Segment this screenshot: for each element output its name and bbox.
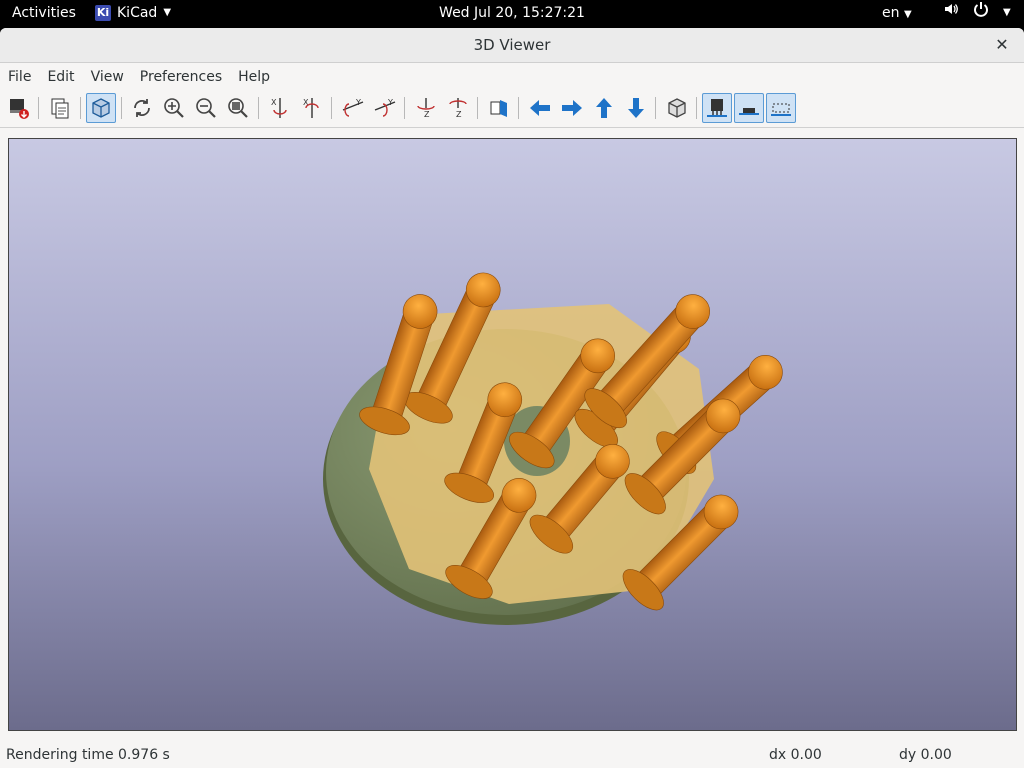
- volume-icon: [943, 0, 959, 26]
- raytrace-cube-icon: [92, 98, 110, 118]
- flip-view-icon: [490, 100, 507, 117]
- zoom-out-icon: [196, 98, 216, 118]
- zoom-fit-button[interactable]: [223, 93, 253, 123]
- render-time-status: Rendering time 0.976 s: [6, 747, 170, 763]
- toggle-virtual-models-button[interactable]: [766, 93, 796, 123]
- flip-view-button[interactable]: [484, 93, 514, 123]
- tht-toggle-icon: [707, 99, 727, 117]
- ortho-cube-icon: [668, 98, 686, 118]
- pan-left-button[interactable]: [525, 93, 555, 123]
- ortho-projection-button[interactable]: [662, 93, 692, 123]
- menu-file[interactable]: File: [0, 63, 39, 91]
- clock[interactable]: Wed Jul 20, 15:27:21: [0, 0, 1024, 26]
- pan-down-button[interactable]: [621, 93, 651, 123]
- menu-preferences[interactable]: Preferences: [132, 63, 230, 91]
- dy-readout: dy 0.00: [899, 747, 952, 763]
- chevron-down-icon: ▼: [1003, 7, 1011, 18]
- raytrace-toggle-button[interactable]: [86, 93, 116, 123]
- rotate-y-ccw-icon: Y: [374, 98, 396, 117]
- refresh-icon: [134, 99, 150, 117]
- rotate-x-ccw-button[interactable]: X: [297, 93, 327, 123]
- pan-up-button[interactable]: [589, 93, 619, 123]
- window-titlebar[interactable]: 3D Viewer ✕: [0, 28, 1024, 63]
- menu-bar: File Edit View Preferences Help: [0, 63, 1024, 91]
- svg-text:Z: Z: [424, 110, 430, 119]
- viewer-window: 3D Viewer ✕ File Edit View Preferences H…: [0, 28, 1024, 768]
- rotate-y-cw-button[interactable]: Y: [338, 93, 368, 123]
- rotate-z-ccw-button[interactable]: Z: [443, 93, 473, 123]
- zoom-out-button[interactable]: [191, 93, 221, 123]
- window-title: 3D Viewer: [473, 36, 551, 54]
- dx-readout: dx 0.00: [769, 747, 822, 763]
- svg-text:X: X: [271, 98, 277, 107]
- smd-toggle-icon: [739, 108, 759, 115]
- menu-view[interactable]: View: [83, 63, 132, 91]
- 3d-render: [323, 272, 783, 625]
- menu-help[interactable]: Help: [230, 63, 278, 91]
- svg-text:Z: Z: [456, 110, 462, 119]
- rotate-y-ccw-button[interactable]: Y: [370, 93, 400, 123]
- chevron-down-icon: ▼: [903, 9, 912, 20]
- pan-left-icon: [530, 100, 550, 116]
- top-bar: Activities Ki KiCad ▼ Wed Jul 20, 15:27:…: [0, 0, 1024, 26]
- copy-icon: [51, 98, 69, 119]
- rotate-z-ccw-icon: Z: [449, 98, 467, 119]
- copy-image-button[interactable]: [45, 93, 75, 123]
- zoom-in-button[interactable]: [159, 93, 189, 123]
- rotate-x-cw-button[interactable]: X: [265, 93, 295, 123]
- power-icon: [973, 0, 989, 26]
- pan-right-icon: [562, 100, 582, 116]
- rotate-z-cw-button[interactable]: Z: [411, 93, 441, 123]
- pan-down-icon: [628, 98, 644, 118]
- status-bar: Rendering time 0.976 s dx 0.00 dy 0.00: [0, 742, 1024, 768]
- zoom-fit-icon: [228, 98, 248, 118]
- system-menu[interactable]: ▼: [943, 0, 1011, 26]
- language-selector[interactable]: en ▼: [882, 0, 912, 26]
- virtual-toggle-icon: [771, 103, 791, 116]
- menu-edit[interactable]: Edit: [39, 63, 82, 91]
- toggle-smd-models-button[interactable]: [734, 93, 764, 123]
- rotate-z-cw-icon: Z: [417, 98, 435, 119]
- reload-board-icon: [10, 99, 29, 119]
- close-button[interactable]: ✕: [992, 28, 1012, 62]
- reload-board-button[interactable]: [4, 93, 34, 123]
- language-label: en: [882, 5, 900, 21]
- redraw-button[interactable]: [127, 93, 157, 123]
- zoom-in-icon: [164, 98, 184, 118]
- pan-right-button[interactable]: [557, 93, 587, 123]
- toolbar: X X Y Y Z Z: [0, 91, 1024, 128]
- 3d-viewport[interactable]: [8, 138, 1017, 731]
- rotate-x-ccw-icon: X: [303, 98, 319, 118]
- toggle-tht-models-button[interactable]: [702, 93, 732, 123]
- pan-up-icon: [596, 98, 612, 118]
- rotate-x-cw-icon: X: [271, 98, 287, 118]
- rotate-y-cw-icon: Y: [342, 98, 364, 117]
